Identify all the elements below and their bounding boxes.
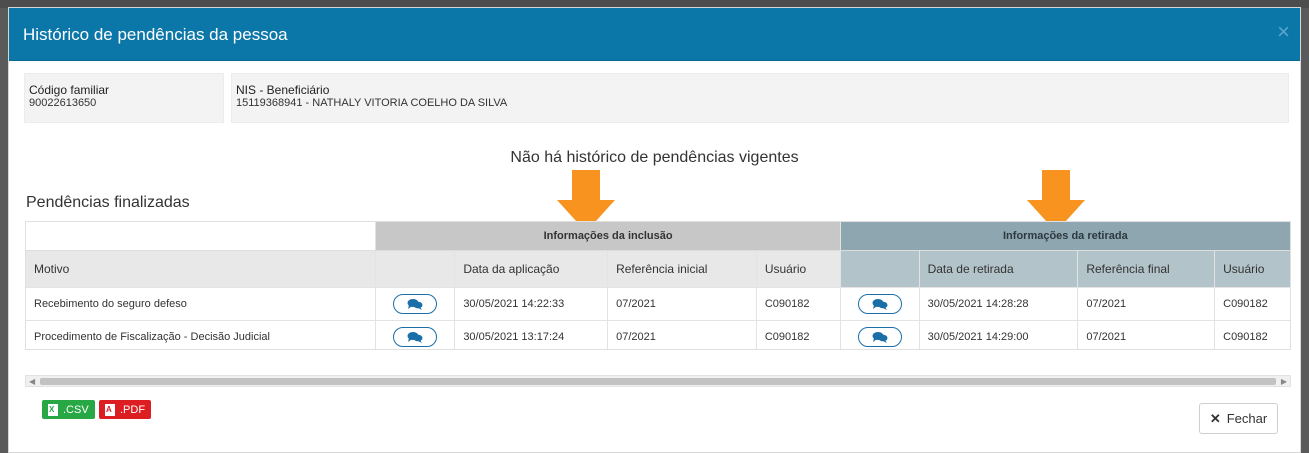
col-referencia-inicial[interactable]: Referência inicial <box>608 251 757 287</box>
cell-usuario-retirada: C090182 <box>1223 298 1268 310</box>
cell-usuario-inclusao: C090182 <box>757 321 841 349</box>
chat-bubble-icon <box>407 299 423 310</box>
table-row: Procedimento de Fiscalização - Decisão J… <box>26 320 1290 349</box>
chat-bubble-icon <box>407 331 423 343</box>
cell-motivo: Procedimento de Fiscalização - Decisão J… <box>26 321 377 349</box>
observation-button[interactable] <box>393 294 438 314</box>
chat-bubble-icon <box>872 331 888 343</box>
horizontal-scrollbar[interactable]: ◀ ▶ <box>25 375 1291 387</box>
cell-data-aplicacao: 30/05/2021 13:17:24 <box>455 321 609 349</box>
cell-obs-inclusao <box>376 288 456 320</box>
nis-label: NIS - Beneficiário <box>236 83 330 97</box>
codigo-familiar-label: Código familiar <box>29 83 110 97</box>
csv-label: .CSV <box>63 403 89 416</box>
modal-header: Histórico de pendências da pessoa × <box>9 8 1300 61</box>
nis-beneficiario-box: NIS - Beneficiário 15119368941 - NATHALY… <box>231 73 1289 123</box>
close-icon: ✕ <box>1209 410 1221 426</box>
group-inclusao: Informações da inclusão <box>376 222 841 250</box>
scroll-left-icon[interactable]: ◀ <box>29 376 35 387</box>
col-obs-inclusao <box>376 251 456 287</box>
codigo-familiar-value: 90022613650 <box>29 97 97 109</box>
cell-referencia-inicial: 07/2021 <box>608 321 757 349</box>
no-history-message: Não há histórico de pendências vigentes <box>510 149 799 166</box>
cell-motivo: Recebimento do seguro defeso <box>26 288 377 320</box>
export-pdf-button[interactable]: A .PDF <box>99 400 152 419</box>
table-row: Recebimento do seguro defeso 30/05/2021 … <box>26 287 1290 320</box>
cell-obs-retirada <box>841 288 920 320</box>
pending-history-modal: Histórico de pendências da pessoa × Códi… <box>8 7 1301 453</box>
fechar-button[interactable]: ✕ Fechar <box>1199 403 1278 434</box>
table-header-row: Motivo Data da aplicação Referência inic… <box>26 250 1290 287</box>
modal-title: Histórico de pendências da pessoa <box>23 25 288 44</box>
scrollbar-thumb[interactable] <box>40 378 1276 385</box>
col-referencia-final[interactable]: Referência final <box>1078 251 1216 287</box>
nis-value: 15119368941 - NATHALY VITORIA COELHO DA … <box>236 97 508 109</box>
col-data-aplicacao[interactable]: Data da aplicação <box>455 251 609 287</box>
cell-obs-retirada <box>841 321 920 349</box>
group-retirada: Informações da retirada <box>840 222 1290 250</box>
cell-referencia-inicial: 07/2021 <box>608 288 757 320</box>
group-blank <box>26 222 377 250</box>
cell-referencia-final: 07/2021 <box>1078 288 1216 320</box>
pendencias-table: Informações da inclusão Informações da r… <box>25 221 1291 350</box>
excel-file-icon: X <box>48 403 58 416</box>
table-group-header: Informações da inclusão Informações da r… <box>26 222 1290 250</box>
close-icon[interactable]: × <box>1277 21 1290 43</box>
codigo-familiar-box: Código familiar 90022613650 <box>24 73 224 123</box>
pdf-label: .PDF <box>120 403 146 416</box>
cell-data-retirada: 30/05/2021 14:29:00 <box>920 321 1079 349</box>
section-title: Pendências finalizadas <box>26 194 190 211</box>
cell-usuario-retirada: C090182 <box>1223 330 1268 343</box>
observation-button[interactable] <box>393 326 438 347</box>
cell-usuario-inclusao: C090182 <box>757 288 841 320</box>
fechar-label: Fechar <box>1226 411 1268 426</box>
pdf-file-icon: A <box>105 403 115 416</box>
cell-referencia-final: 07/2021 <box>1078 321 1216 349</box>
export-csv-button[interactable]: X .CSV <box>42 400 95 419</box>
cell-obs-inclusao <box>376 321 456 349</box>
col-obs-retirada <box>840 251 920 287</box>
col-data-retirada[interactable]: Data de retirada <box>919 251 1079 287</box>
col-motivo[interactable]: Motivo <box>26 251 377 287</box>
cell-data-aplicacao: 30/05/2021 14:22:33 <box>455 288 609 320</box>
cell-data-retirada: 30/05/2021 14:28:28 <box>920 288 1079 320</box>
col-usuario-inclusao[interactable]: Usuário <box>757 251 841 287</box>
col-usuario-retirada[interactable]: Usuário <box>1215 251 1290 287</box>
observation-button[interactable] <box>857 326 902 347</box>
scroll-right-icon[interactable]: ▶ <box>1281 376 1287 387</box>
observation-button[interactable] <box>857 294 902 314</box>
chat-bubble-icon <box>872 299 888 310</box>
